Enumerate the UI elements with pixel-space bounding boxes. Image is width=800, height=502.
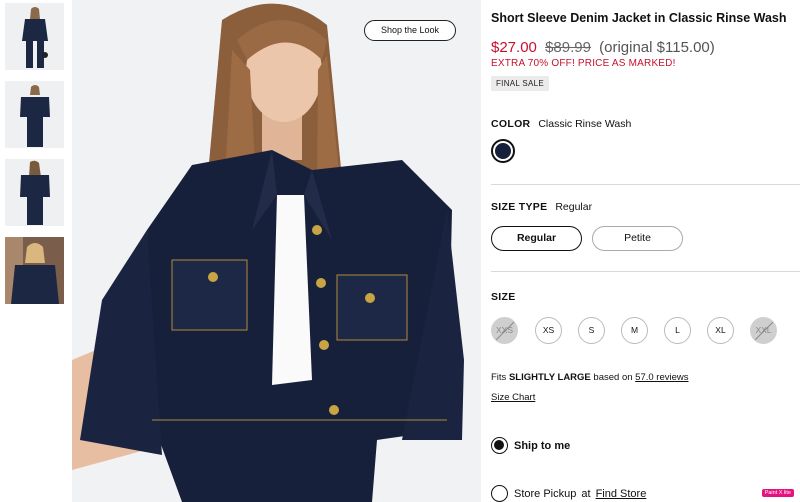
model-illustration [72,0,481,502]
find-store-link[interactable]: Find Store [596,488,647,500]
thumbnail-3[interactable] [5,159,64,226]
shop-the-look-button[interactable]: Shop the Look [363,20,456,41]
ship-to-me-option[interactable]: Ship to me [491,437,570,454]
color-swatch-classic-rinse[interactable] [491,139,515,163]
extension-badge[interactable]: Paint X lite [761,489,794,497]
color-heading: COLOR Classic Rinse Wash [491,118,631,130]
size-heading: SIZE [491,291,521,303]
final-sale-badge: FINAL SALE [491,76,550,91]
size-s-button[interactable]: S [578,317,605,344]
fit-summary: Fits SLIGHTLY LARGE based on 57.0 review… [491,372,689,383]
size-xxl-button[interactable]: XXL [750,317,777,344]
color-label: COLOR [491,118,531,130]
fit-middle: based on [593,372,633,383]
pickup-radio[interactable] [491,485,508,502]
pickup-at: at [581,487,591,500]
main-product-image[interactable]: Shop the Look [72,0,481,502]
divider [491,271,800,272]
size-m-button[interactable]: M [621,317,648,344]
fit-value: SLIGHTLY LARGE [508,372,591,383]
fit-prefix: Fits [491,372,507,383]
size-type-petite-button[interactable]: Petite [592,226,683,251]
ship-label: Ship to me [514,439,571,452]
swatch-fill [495,143,511,159]
thumbnail-1[interactable] [5,3,64,70]
product-title: Short Sleeve Denim Jacket in Classic Rin… [491,11,787,25]
size-xl-button[interactable]: XL [707,317,734,344]
price-row: $27.00 $89.99 (original $115.00) [491,39,715,56]
original-price: (original $115.00) [599,39,715,56]
product-details-panel: Short Sleeve Denim Jacket in Classic Rin… [491,0,800,502]
divider [491,184,800,185]
pickup-label: Store Pickup [514,487,577,500]
size-l-button[interactable]: L [664,317,691,344]
size-type-label: SIZE TYPE [491,201,548,213]
ship-radio[interactable] [491,437,508,454]
size-type-value: Regular [555,201,593,213]
previous-price: $89.99 [545,39,591,56]
size-type-heading: SIZE TYPE Regular [491,201,592,213]
color-value: Classic Rinse Wash [538,118,632,130]
size-type-regular-button[interactable]: Regular [491,226,582,251]
reviews-link[interactable]: 57.0 reviews [635,372,688,383]
size-label: SIZE [491,291,516,303]
size-chart-link[interactable]: Size Chart [491,392,535,403]
size-xxs-button[interactable]: XXS [491,317,518,344]
store-pickup-option[interactable]: Store Pickup at Find Store [491,485,646,502]
size-xs-button[interactable]: XS [535,317,562,344]
thumbnail-2[interactable] [5,81,64,148]
promo-message: EXTRA 70% OFF! PRICE AS MARKED! [491,58,676,69]
thumbnail-4[interactable] [5,237,64,304]
sale-price: $27.00 [491,39,537,56]
